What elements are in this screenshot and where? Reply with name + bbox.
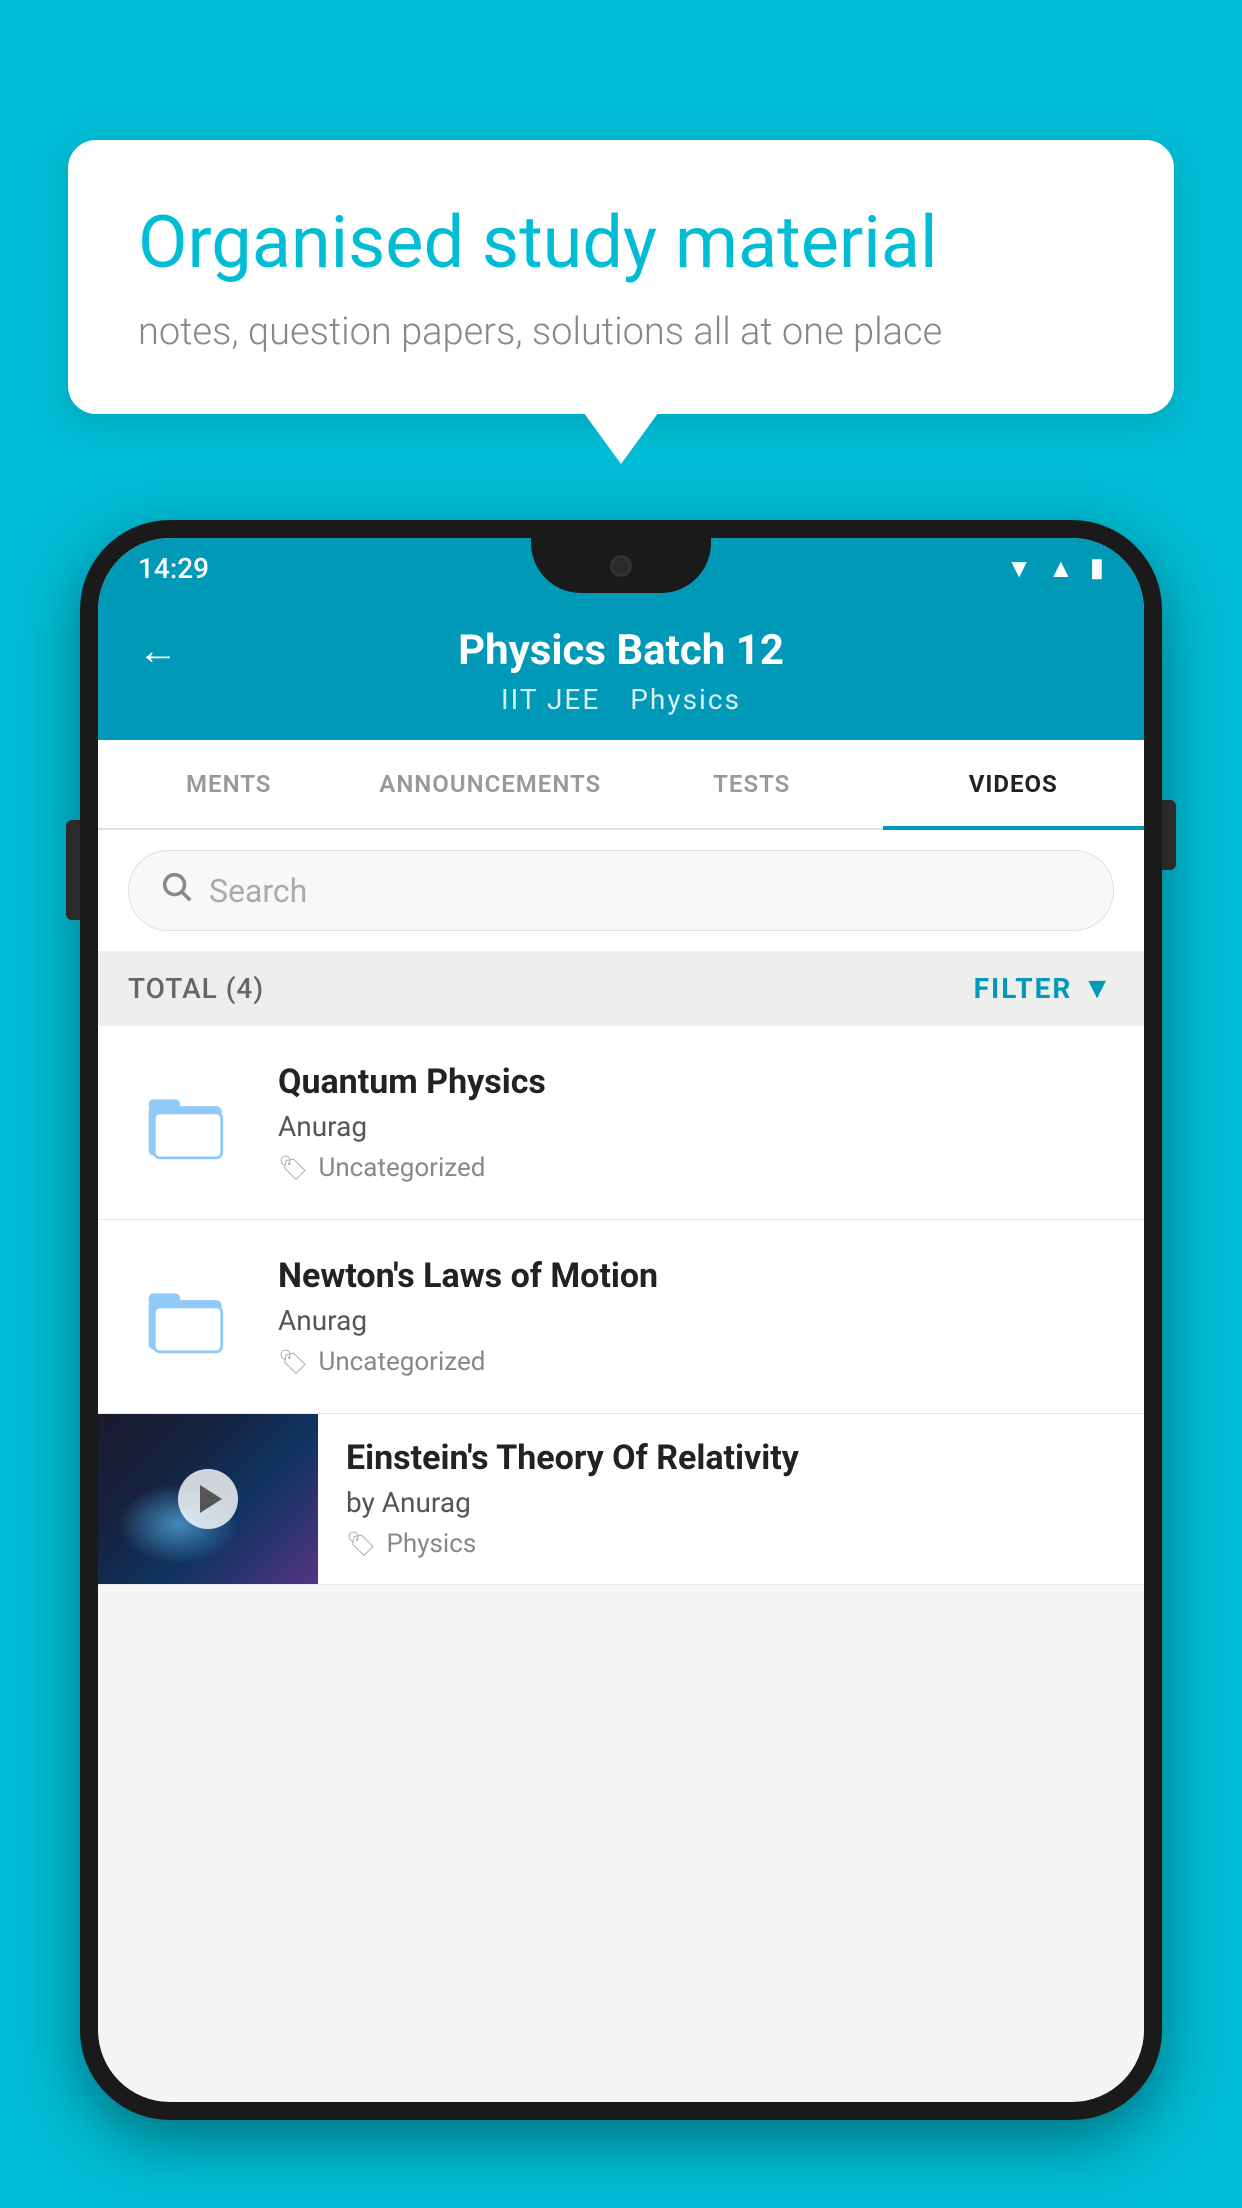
video-item-3[interactable]: Einstein's Theory Of Relativity by Anura… <box>98 1414 1144 1585</box>
speech-bubble-container: Organised study material notes, question… <box>68 140 1174 414</box>
header-tag1: IIT JEE <box>501 683 600 716</box>
tag-icon-2: 🏷 <box>278 1348 308 1376</box>
video-item-1[interactable]: Quantum Physics Anurag 🏷 Uncategorized <box>98 1026 1144 1220</box>
phone-wrapper: 14:29 ▼ ▲ ▮ ← Physics Batch 12 IIT JEE <box>80 520 1162 2208</box>
video-item-2[interactable]: Newton's Laws of Motion Anurag 🏷 Uncateg… <box>98 1220 1144 1414</box>
tag-icon-3: 🏷 <box>346 1530 376 1558</box>
header-tag2: Physics <box>630 683 741 716</box>
tab-videos[interactable]: VIDEOS <box>883 740 1145 828</box>
speech-bubble-subtitle: notes, question papers, solutions all at… <box>138 310 1104 354</box>
video-thumbnail-3 <box>98 1414 318 1584</box>
filter-bar: TOTAL (4) FILTER ▼ <box>98 951 1144 1026</box>
tag-icon-1: 🏷 <box>278 1154 308 1182</box>
search-icon <box>159 869 193 912</box>
header-title: Physics Batch 12 <box>138 626 1104 675</box>
status-bar: 14:29 ▼ ▲ ▮ <box>98 538 1144 598</box>
phone-outer: 14:29 ▼ ▲ ▮ ← Physics Batch 12 IIT JEE <box>80 520 1162 2120</box>
video-thumb-1 <box>128 1078 248 1168</box>
search-container: Search <box>98 830 1144 951</box>
status-icons: ▼ ▲ ▮ <box>1006 553 1104 584</box>
filter-icon: ▼ <box>1082 971 1114 1006</box>
filter-button[interactable]: FILTER ▼ <box>974 971 1114 1006</box>
app-header: ← Physics Batch 12 IIT JEE Physics <box>98 598 1144 740</box>
tab-tests[interactable]: TESTS <box>621 740 883 828</box>
search-placeholder: Search <box>209 872 307 910</box>
video-info-2: Newton's Laws of Motion Anurag 🏷 Uncateg… <box>278 1256 1114 1377</box>
video-title-3: Einstein's Theory Of Relativity <box>346 1438 1116 1478</box>
video-author-1: Anurag <box>278 1110 1114 1143</box>
video-tag-1: 🏷 Uncategorized <box>278 1153 1114 1183</box>
video-thumb-2 <box>128 1272 248 1362</box>
total-count: TOTAL (4) <box>128 972 264 1005</box>
header-tags: IIT JEE Physics <box>501 675 741 716</box>
speech-bubble-title: Organised study material <box>138 200 1104 286</box>
speech-bubble: Organised study material notes, question… <box>68 140 1174 414</box>
status-time: 14:29 <box>138 552 209 585</box>
filter-label: FILTER <box>974 972 1073 1005</box>
tabs-bar: MENTS ANNOUNCEMENTS TESTS VIDEOS <box>98 740 1144 830</box>
signal-icon: ▲ <box>1048 553 1074 584</box>
header-row: ← Physics Batch 12 <box>138 626 1104 675</box>
video-tag-3: 🏷 Physics <box>346 1529 1116 1559</box>
tab-announcements[interactable]: ANNOUNCEMENTS <box>360 740 622 828</box>
back-button[interactable]: ← <box>138 627 178 674</box>
notch <box>531 538 711 593</box>
search-bar[interactable]: Search <box>128 850 1114 931</box>
video-title-2: Newton's Laws of Motion <box>278 1256 1114 1296</box>
video-info-1: Quantum Physics Anurag 🏷 Uncategorized <box>278 1062 1114 1183</box>
video-author-3: by Anurag <box>346 1486 1116 1519</box>
notch-camera <box>610 555 632 577</box>
video-tag-2: 🏷 Uncategorized <box>278 1347 1114 1377</box>
battery-icon: ▮ <box>1090 553 1104 583</box>
video-title-1: Quantum Physics <box>278 1062 1114 1102</box>
video-list: Quantum Physics Anurag 🏷 Uncategorized <box>98 1026 1144 1585</box>
video-author-2: Anurag <box>278 1304 1114 1337</box>
tab-ments[interactable]: MENTS <box>98 740 360 828</box>
video-info-3: Einstein's Theory Of Relativity by Anura… <box>318 1414 1144 1583</box>
play-button-3[interactable] <box>178 1469 238 1529</box>
wifi-icon: ▼ <box>1006 553 1032 584</box>
phone-screen: 14:29 ▼ ▲ ▮ ← Physics Batch 12 IIT JEE <box>98 538 1144 2102</box>
